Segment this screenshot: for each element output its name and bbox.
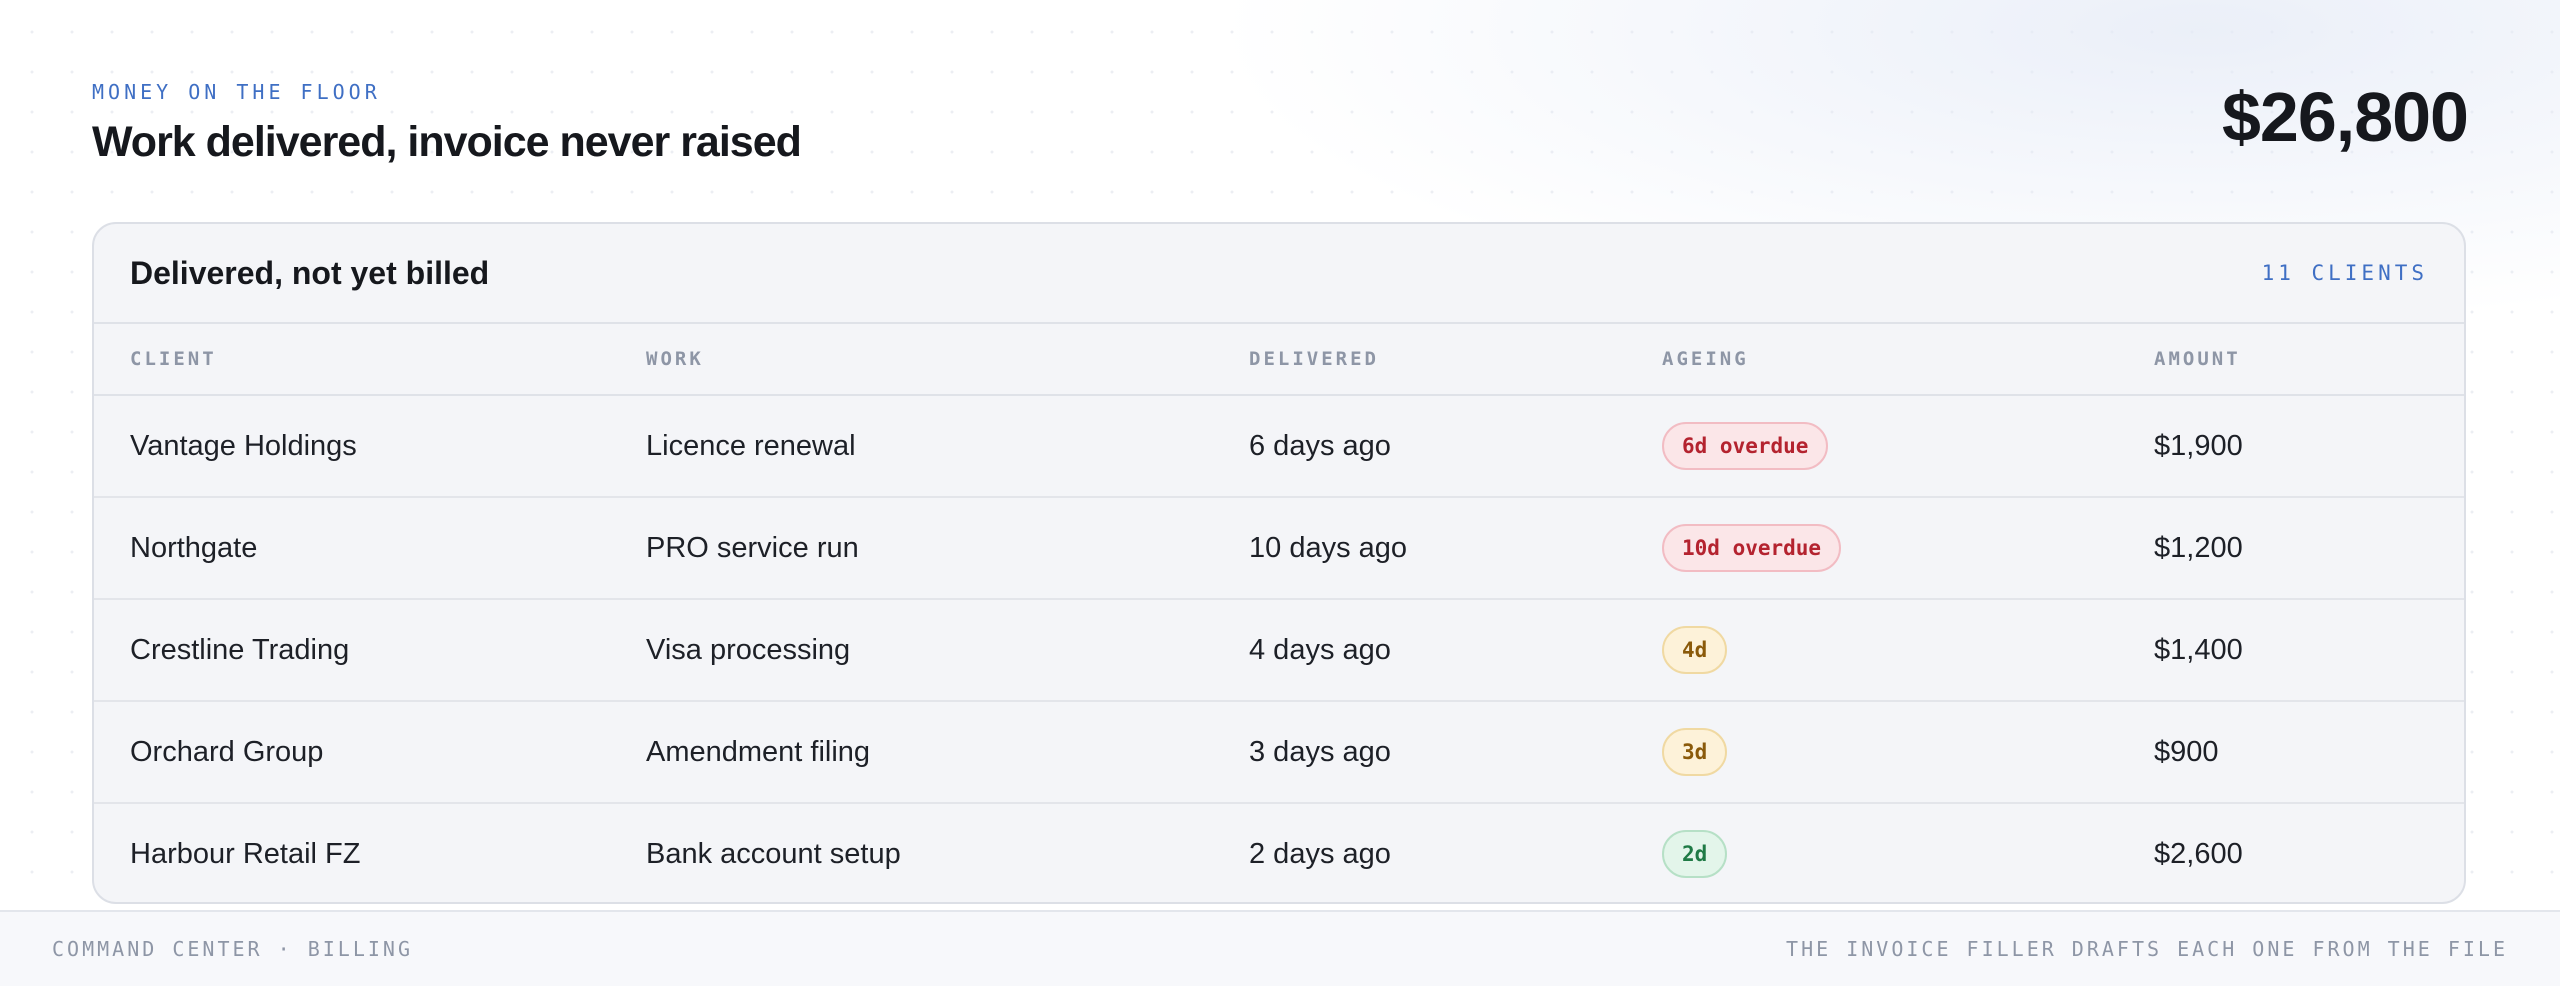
delivered-cell: 2 days ago bbox=[1249, 837, 1391, 870]
section-eyebrow: MONEY ON THE FLOOR bbox=[92, 80, 381, 104]
total-amount: $26,800 bbox=[2221, 78, 2469, 156]
footer-bar: COMMAND CENTER · BILLING THE INVOICE FIL… bbox=[0, 910, 2560, 986]
card-title: Delivered, not yet billed bbox=[130, 254, 490, 291]
unbilled-table: CLIENT WORK DELIVERED AGEING AMOUNT Vant… bbox=[94, 324, 2464, 902]
unbilled-work-card: Delivered, not yet billed 11 CLIENTS CLI… bbox=[92, 222, 2466, 904]
amount-cell: $1,900 bbox=[2154, 395, 2464, 498]
footer-right-label: THE INVOICE FILLER DRAFTS EACH ONE FROM … bbox=[1786, 937, 2508, 961]
work-cell: Bank account setup bbox=[646, 837, 901, 870]
client-cell: Orchard Group bbox=[94, 701, 646, 804]
column-header-client: CLIENT bbox=[94, 324, 646, 396]
column-header-amount: AMOUNT bbox=[2154, 324, 2464, 396]
table-header-row: CLIENT WORK DELIVERED AGEING AMOUNT bbox=[94, 324, 2464, 396]
work-cell: Amendment filing bbox=[646, 701, 1249, 804]
column-header-delivered: DELIVERED bbox=[1249, 324, 1662, 396]
delivered-cell: 10 days ago bbox=[1249, 497, 1662, 600]
delivered-cell: 6 days ago bbox=[1249, 395, 1662, 498]
ageing-cell: 2d bbox=[1662, 803, 2154, 902]
client-count: 11 CLIENTS bbox=[2261, 261, 2428, 285]
amount-cell: $900 bbox=[2154, 701, 2464, 804]
table-row[interactable]: Orchard Group Amendment filing 3 days ag… bbox=[94, 701, 2464, 804]
footer-left-label: COMMAND CENTER · BILLING bbox=[52, 937, 413, 961]
client-cell: Vantage Holdings bbox=[94, 395, 646, 498]
column-header-work: WORK bbox=[646, 324, 1249, 396]
client-cell: Harbour Retail FZ bbox=[130, 837, 361, 870]
ageing-badge: 6d overdue bbox=[1662, 422, 1829, 470]
work-cell: Licence renewal bbox=[646, 395, 1249, 498]
client-cell: Crestline Trading bbox=[94, 599, 646, 702]
page-header: MONEY ON THE FLOOR Work delivered, invoi… bbox=[92, 0, 2469, 220]
table-row[interactable]: Northgate PRO service run 10 days ago 10… bbox=[94, 497, 2464, 600]
ageing-badge: 3d bbox=[1662, 728, 1728, 776]
table-row[interactable]: Vantage Holdings Licence renewal 6 days … bbox=[94, 395, 2464, 498]
page-title: Work delivered, invoice never raised bbox=[92, 118, 802, 166]
delivered-cell: 3 days ago bbox=[1249, 701, 1662, 804]
work-cell: PRO service run bbox=[646, 497, 1249, 600]
ageing-cell: 3d bbox=[1662, 701, 2154, 804]
amount-cell: $2,600 bbox=[2154, 837, 2243, 870]
amount-cell: $1,400 bbox=[2154, 599, 2464, 702]
ageing-cell: 4d bbox=[1662, 599, 2154, 702]
card-header: Delivered, not yet billed 11 CLIENTS bbox=[94, 224, 2464, 324]
table-row[interactable]: Crestline Trading Visa processing 4 days… bbox=[94, 599, 2464, 702]
client-cell: Northgate bbox=[94, 497, 646, 600]
work-cell: Visa processing bbox=[646, 599, 1249, 702]
ageing-cell: 6d overdue bbox=[1662, 395, 2154, 498]
ageing-badge: 4d bbox=[1662, 626, 1728, 674]
delivered-cell: 4 days ago bbox=[1249, 599, 1662, 702]
ageing-badge: 10d overdue bbox=[1662, 524, 1842, 572]
ageing-badge: 2d bbox=[1662, 830, 1728, 878]
amount-cell: $1,200 bbox=[2154, 497, 2464, 600]
column-header-ageing: AGEING bbox=[1662, 324, 2154, 396]
ageing-cell: 10d overdue bbox=[1662, 497, 2154, 600]
table-row[interactable]: Harbour Retail FZ Bank account setup 2 d… bbox=[94, 803, 2464, 902]
